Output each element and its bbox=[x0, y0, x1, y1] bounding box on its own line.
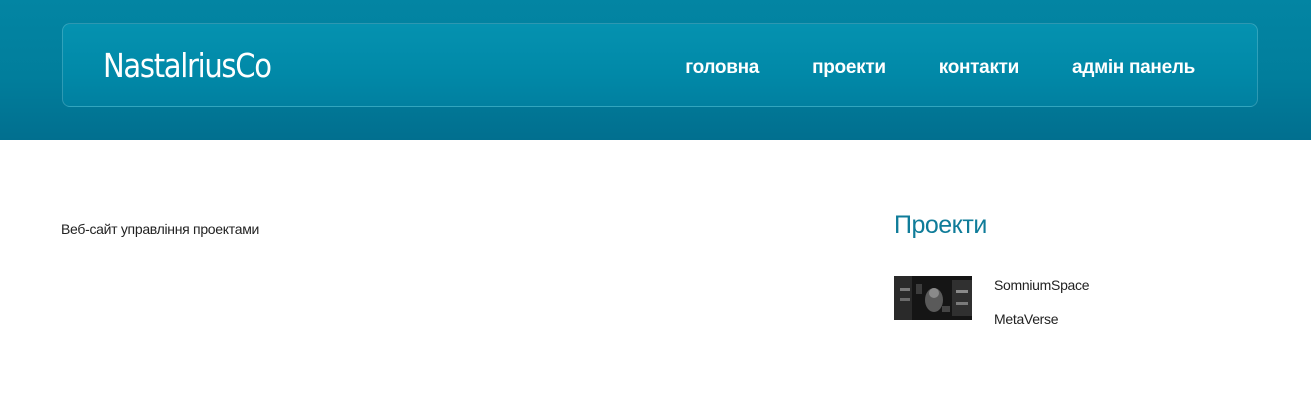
project-link-somniumspace[interactable]: SomniumSpace bbox=[994, 277, 1090, 293]
site-header: NastalriusCo головна проекти контакти ад… bbox=[0, 0, 1311, 140]
project-thumbnail-image[interactable] bbox=[894, 276, 972, 320]
nav-admin-link[interactable]: адмін панель bbox=[1072, 57, 1195, 79]
site-logo[interactable]: NastalriusCo bbox=[103, 44, 272, 88]
nav-home-link[interactable]: головна bbox=[685, 57, 759, 79]
sidebar-title: Проекти bbox=[894, 211, 987, 239]
nav-contacts-link[interactable]: контакти bbox=[939, 57, 1020, 79]
project-link-metaverse[interactable]: MetaVerse bbox=[994, 311, 1059, 327]
header-panel: NastalriusCo головна проекти контакти ад… bbox=[62, 23, 1258, 107]
intro-text: Веб-сайт управління проектами bbox=[61, 221, 260, 237]
nav-projects-link[interactable]: проекти bbox=[812, 57, 886, 79]
main-nav: головна проекти контакти адмін панель bbox=[685, 57, 1195, 79]
